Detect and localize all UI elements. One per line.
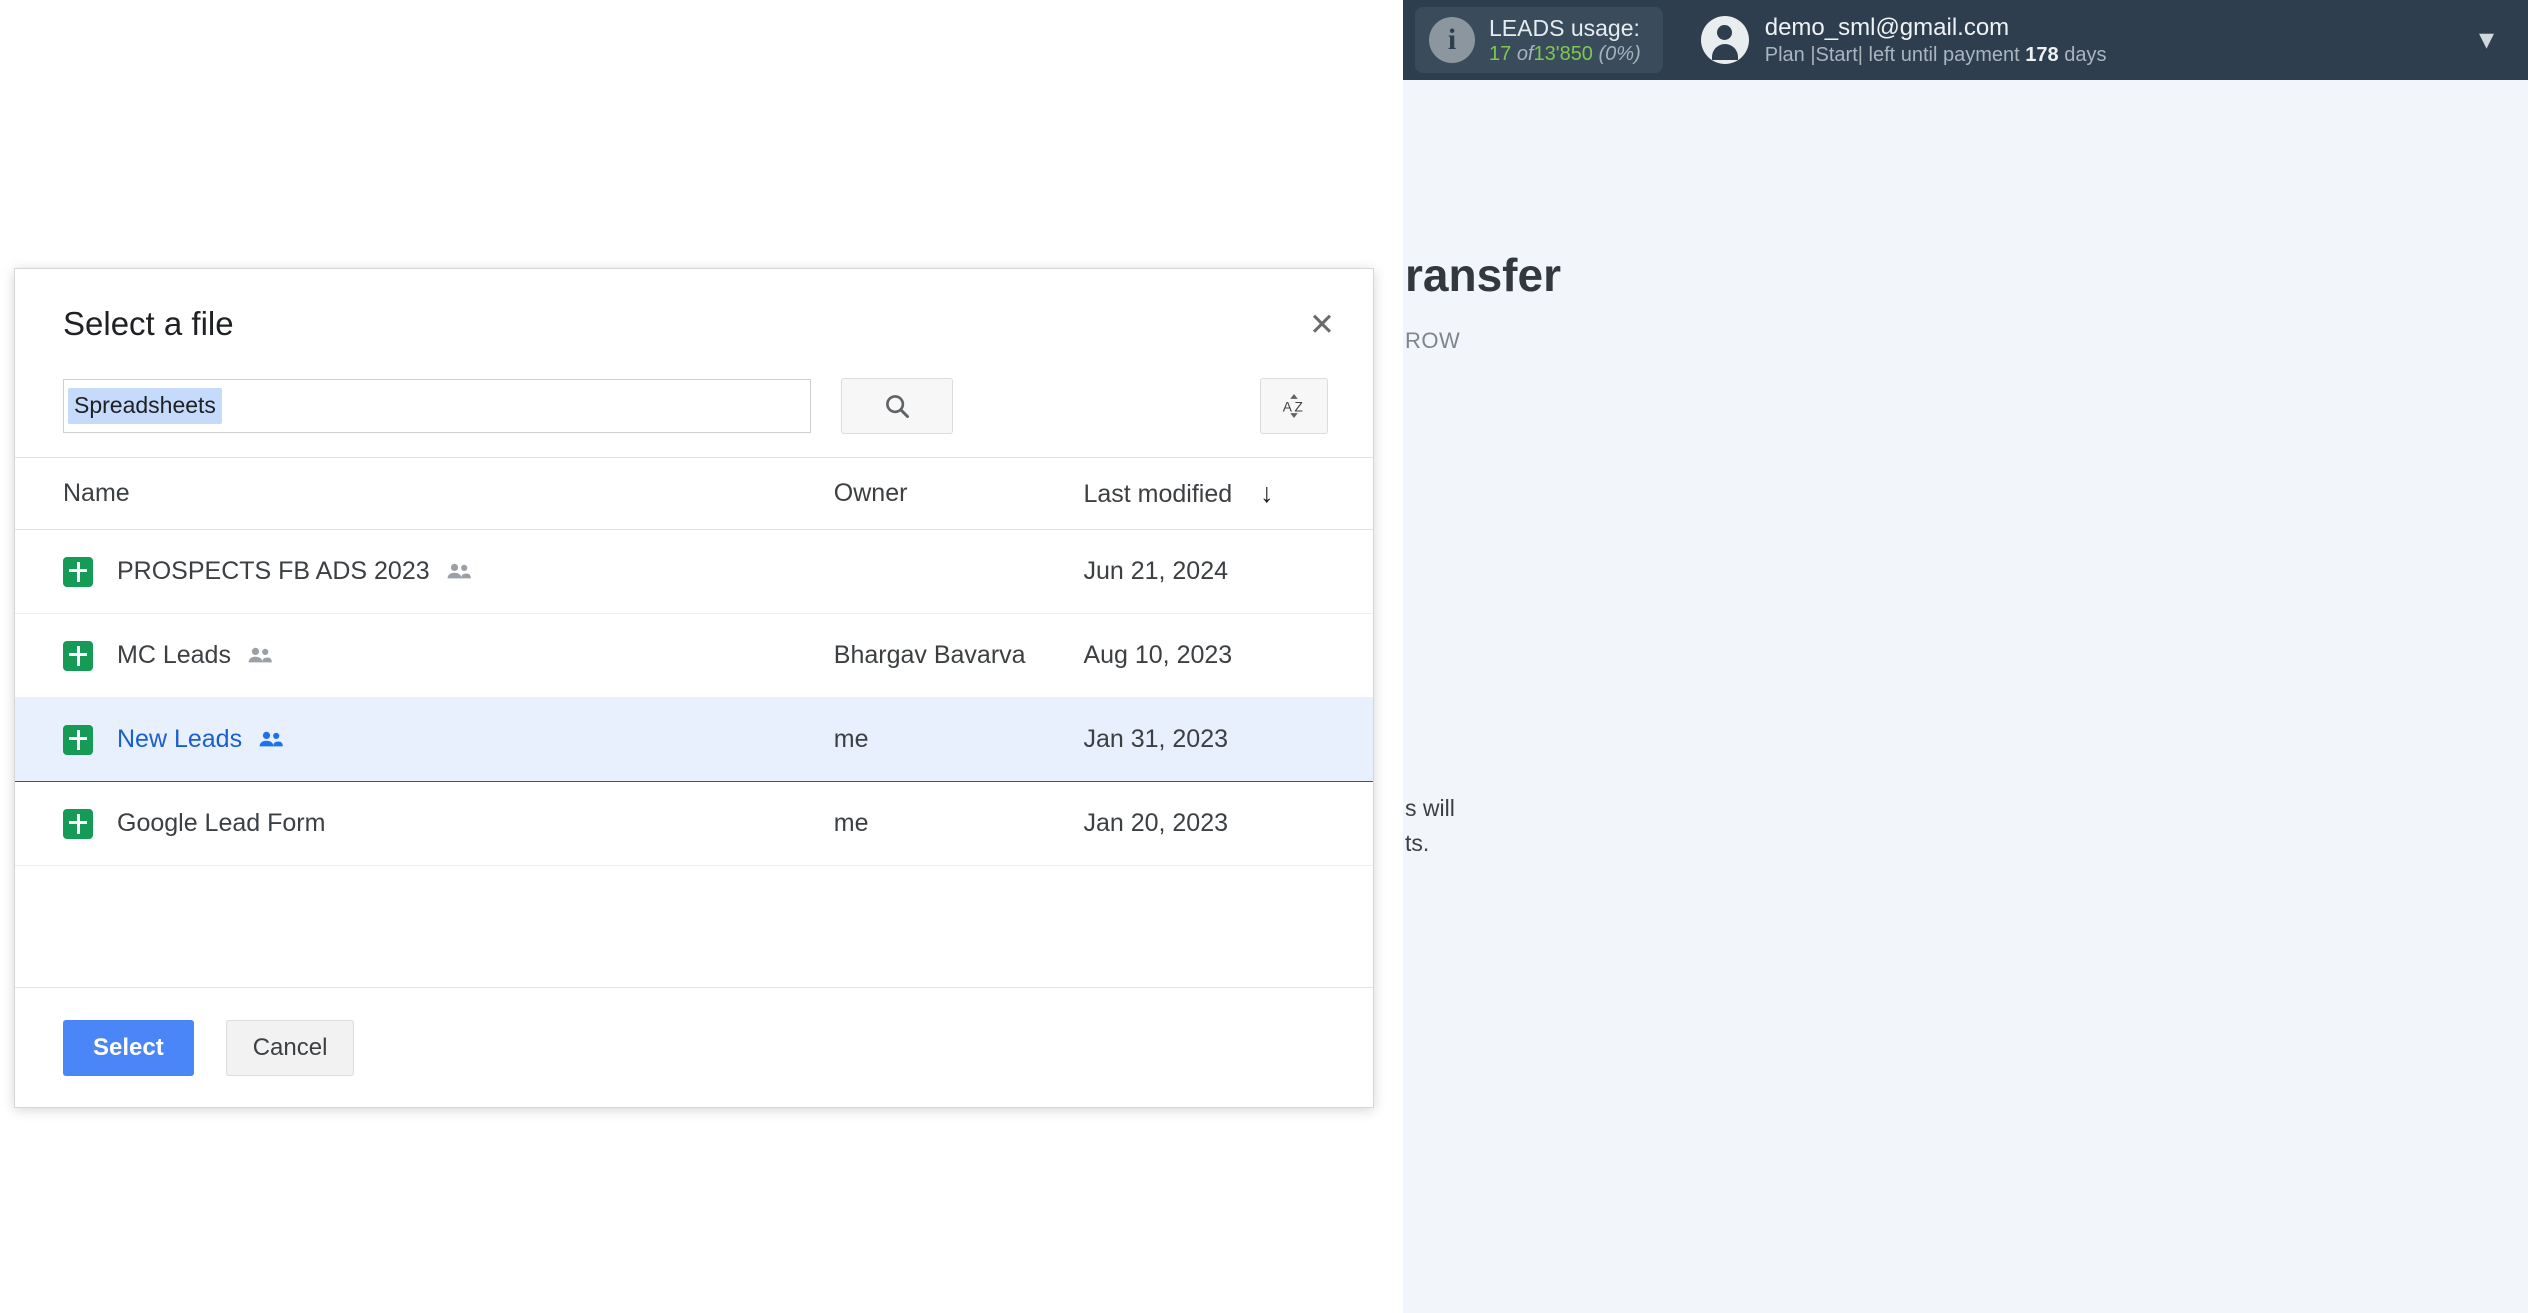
select-a-file-dialog: Select a file ✕ Spreadsheets A Z Name Ow… — [14, 268, 1374, 1108]
shared-people-icon — [258, 730, 284, 750]
svg-text:A: A — [1283, 399, 1293, 414]
file-owner-cell: me — [833, 725, 869, 753]
column-header-last-modified[interactable]: Last modified ↓ — [1083, 458, 1373, 530]
file-name-label: MC Leads — [117, 641, 231, 669]
sort-descending-arrow-icon: ↓ — [1260, 478, 1274, 508]
table-row[interactable]: PROSPECTS FB ADS 2023 Jun 21, 2024 — [15, 530, 1373, 614]
leads-usage-of: of — [1516, 42, 1534, 65]
info-icon: i — [1429, 17, 1475, 63]
background-page-subtitle: ROW — [1405, 328, 1461, 353]
google-sheets-icon — [63, 556, 93, 587]
file-owner-cell: Bhargav Bavarva — [833, 641, 1026, 669]
close-icon[interactable]: ✕ — [1309, 309, 1335, 340]
leads-usage-value: 17 of13'850 (0%) — [1489, 42, 1641, 66]
file-owner-cell: me — [833, 809, 869, 837]
dialog-header: Select a file ✕ — [15, 269, 1373, 369]
account-days-suffix: days — [2064, 43, 2107, 66]
account-texts: demo_sml@gmail.com Plan |Start| left unt… — [1765, 13, 2107, 68]
background-page-title: ransfer — [1405, 249, 1561, 301]
account-plan-prefix: Plan |Start| left until payment — [1764, 43, 2020, 66]
sort-alpha-icon: A Z — [1283, 394, 1303, 418]
account-email: demo_sml@gmail.com — [1764, 13, 2010, 41]
column-header-owner[interactable]: Owner — [834, 458, 1084, 530]
search-button[interactable] — [841, 378, 953, 434]
leads-usage-texts: LEADS usage: 17 of13'850 (0%) — [1489, 14, 1641, 66]
table-row[interactable]: MC Leads Bhargav Bavarva Aug 10, 2023 — [15, 614, 1373, 698]
account-plan-info: Plan |Start| left until payment 178 days — [1765, 43, 2107, 68]
file-modified-cell: Jun 21, 2024 — [1083, 557, 1229, 585]
leads-usage-badge[interactable]: i LEADS usage: 17 of13'850 (0%) — [1415, 7, 1663, 73]
table-row[interactable]: New Leads me Jan 31, 2023 — [15, 697, 1373, 782]
file-name-cell: Google Lead Form — [15, 782, 834, 866]
column-header-last-modified-label: Last modified — [1083, 480, 1233, 508]
account-menu[interactable]: demo_sml@gmail.com Plan |Start| left unt… — [1700, 13, 2107, 68]
table-header-row: Name Owner Last modified ↓ — [15, 457, 1373, 530]
file-name-label: New Leads — [117, 725, 243, 753]
search-input[interactable]: Spreadsheets — [63, 379, 811, 433]
leads-usage-percent: (0%) — [1598, 42, 1641, 65]
cancel-button[interactable]: Cancel — [225, 1019, 355, 1076]
leads-usage-label: LEADS usage: — [1489, 14, 1640, 41]
background-text-fragment-2: ts. — [1405, 830, 1430, 856]
google-sheets-icon — [63, 640, 93, 671]
shared-people-icon — [247, 646, 273, 666]
file-name-label: Google Lead Form — [117, 809, 326, 837]
search-filter-chip[interactable]: Spreadsheets — [68, 388, 222, 424]
leads-usage-total: 13'850 — [1533, 42, 1593, 65]
table-row[interactable]: Google Lead Form me Jan 20, 2023 — [15, 782, 1373, 866]
dialog-title: Select a file — [63, 305, 234, 342]
background-app-content: Preview — [1403, 0, 2528, 1313]
chevron-down-icon[interactable]: ▾ — [2479, 25, 2494, 55]
file-modified-cell: Jan 31, 2023 — [1083, 725, 1229, 753]
dialog-toolbar: Spreadsheets A Z — [15, 369, 1373, 457]
svg-text:Z: Z — [1295, 399, 1303, 414]
file-table: Name Owner Last modified ↓ PROSPECTS FB A… — [15, 457, 1373, 866]
account-days-value: 178 — [2025, 43, 2059, 66]
file-table-body: PROSPECTS FB ADS 2023 Jun 21, 2024 MC Lead… — [15, 530, 1373, 866]
file-name-label: PROSPECTS FB ADS 2023 — [117, 557, 430, 585]
file-table-head: Name Owner Last modified ↓ — [15, 457, 1373, 530]
select-button[interactable]: Select — [63, 1019, 194, 1076]
sort-button[interactable]: A Z — [1260, 378, 1328, 434]
file-name-cell: PROSPECTS FB ADS 2023 — [15, 530, 834, 614]
file-name-cell: MC Leads — [15, 614, 834, 698]
google-sheets-icon — [63, 808, 93, 839]
background-text-fragment-1: s will — [1405, 795, 1455, 821]
leads-usage-used: 17 — [1489, 42, 1512, 65]
file-modified-cell: Aug 10, 2023 — [1083, 641, 1233, 669]
google-sheets-icon — [63, 724, 93, 755]
search-icon — [886, 395, 909, 418]
top-bar: i LEADS usage: 17 of13'850 (0%) demo_sml… — [1403, 0, 2528, 80]
dialog-footer: Select Cancel — [15, 987, 1373, 1107]
file-modified-cell: Jan 20, 2023 — [1083, 809, 1229, 837]
file-name-cell: New Leads — [15, 698, 834, 782]
file-owner-cell — [834, 530, 1084, 614]
shared-people-icon — [446, 562, 472, 582]
user-avatar-icon — [1700, 16, 1749, 64]
screen-root: Preview ransfer ROW s will ts. i LEADS u… — [0, 0, 2528, 1313]
column-header-name[interactable]: Name — [15, 458, 834, 530]
